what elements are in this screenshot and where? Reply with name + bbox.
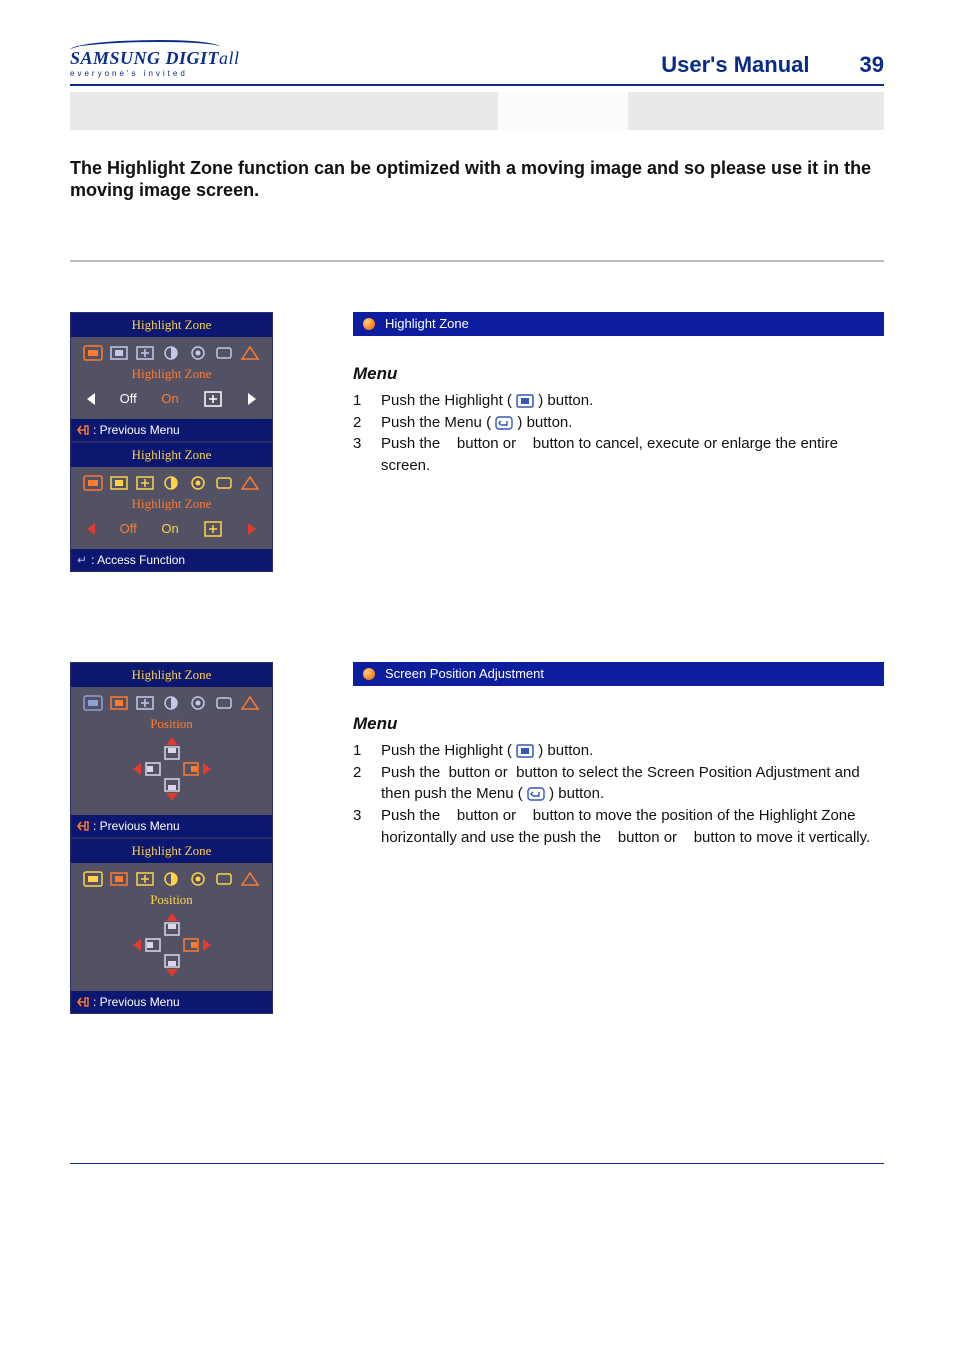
- osd-left-arrow: [87, 523, 95, 535]
- osd-icon-contrast: [161, 475, 181, 491]
- enter-icon: ↵: [77, 553, 87, 567]
- osd-right-arrow: [203, 939, 211, 951]
- exit-icon: [77, 821, 89, 831]
- osd-icon-contrast: [161, 871, 181, 887]
- osd-icon-position: [109, 695, 129, 711]
- step-3: 3 Push the button or button to move the …: [353, 805, 884, 849]
- osd-icon-row: [79, 343, 264, 365]
- osd-icon-position: [109, 475, 129, 491]
- osd-icon-hz: [83, 871, 103, 887]
- osd-icon-hz: [83, 345, 103, 361]
- header-rule: [70, 84, 884, 86]
- osd-highlight-zone-2: Highlight Zone Highlight Zone Of: [70, 442, 273, 572]
- osd-up-arrow: [166, 913, 178, 921]
- osd-right-arrow: [203, 763, 211, 775]
- bullet-icon: [363, 668, 375, 680]
- highlight-button-icon: [516, 394, 534, 408]
- section-rule: [70, 260, 884, 262]
- menu-button-icon: [495, 416, 513, 430]
- osd-icon-color: [188, 871, 208, 887]
- osd-icon-sharp: [214, 871, 234, 887]
- osd-right-arrow: [248, 523, 256, 535]
- pos-left-icon: [144, 761, 162, 777]
- osd-icon-position: [109, 345, 129, 361]
- osd-icon-sharp: [214, 475, 234, 491]
- osd-down-arrow: [166, 969, 178, 977]
- osd-icon-contrast: [161, 345, 181, 361]
- pos-right-icon: [182, 761, 200, 777]
- osd-icon-hz: [83, 475, 103, 491]
- osd-up-arrow: [166, 737, 178, 745]
- pos-down-icon: [163, 777, 181, 793]
- osd-highlight-zone-1: Highlight Zone Highlight Zone Of: [70, 312, 273, 442]
- pos-right-icon: [182, 937, 200, 953]
- osd-right-arrow: [248, 393, 256, 405]
- page-title: User's Manual: [661, 52, 809, 78]
- osd-icon-size: [135, 345, 155, 361]
- exit-icon: [77, 997, 89, 1007]
- osd-icon-warn: [240, 871, 260, 887]
- section-bar-position: Screen Position Adjustment: [353, 662, 884, 686]
- step-2: 2 Push the Menu ( ) button.: [353, 412, 884, 434]
- step-2: 2 Push the button or button to select th…: [353, 762, 884, 806]
- osd-icon-size: [135, 871, 155, 887]
- osd-expand-icon: [203, 391, 223, 407]
- osd-icon-warn: [240, 475, 260, 491]
- page-number: 39: [860, 52, 884, 78]
- steps-list: 1 Push the Highlight ( ) button. 2 Push …: [353, 740, 884, 849]
- section-bar-highlight-zone: Highlight Zone: [353, 312, 884, 336]
- osd-down-arrow: [166, 793, 178, 801]
- osd-icon-warn: [240, 695, 260, 711]
- step-3: 3 Push the button or button to cancel, e…: [353, 433, 884, 477]
- bullet-icon: [363, 318, 375, 330]
- osd-icon-sharp: [214, 695, 234, 711]
- osd-left-arrow: [133, 763, 141, 775]
- osd-icon-sharp: [214, 345, 234, 361]
- logo-text: SAMSUNG DIGIT: [70, 48, 219, 68]
- osd-icon-color: [188, 695, 208, 711]
- osd-position-2: Highlight Zone Position: [70, 838, 273, 1014]
- steps-list: 1 Push the Highlight ( ) button. 2 Push …: [353, 390, 884, 477]
- osd-icon-contrast: [161, 695, 181, 711]
- menu-button-icon: [527, 787, 545, 801]
- menu-heading: Menu: [353, 364, 884, 384]
- step-1: 1 Push the Highlight ( ) button.: [353, 740, 884, 762]
- osd-expand-icon: [203, 521, 223, 537]
- osd-icon-color: [188, 345, 208, 361]
- osd-icon-size: [135, 475, 155, 491]
- osd-left-arrow: [87, 393, 95, 405]
- osd-icon-warn: [240, 345, 260, 361]
- osd-left-arrow: [133, 939, 141, 951]
- osd-icon-hz: [83, 695, 103, 711]
- header-band: [70, 92, 884, 130]
- osd-icon-position: [109, 871, 129, 887]
- brand-logo: SAMSUNG DIGITall everyone's invited: [70, 40, 240, 78]
- step-1: 1 Push the Highlight ( ) button.: [353, 390, 884, 412]
- exit-icon: [77, 425, 89, 435]
- pos-down-icon: [163, 953, 181, 969]
- logo-tagline: everyone's invited: [70, 69, 240, 78]
- pos-up-icon: [163, 921, 181, 937]
- osd-icon-size: [135, 695, 155, 711]
- pos-up-icon: [163, 745, 181, 761]
- intro-text: The Highlight Zone function can be optim…: [70, 158, 884, 202]
- menu-heading: Menu: [353, 714, 884, 734]
- osd-position-1: Highlight Zone Position: [70, 662, 273, 838]
- osd-icon-color: [188, 475, 208, 491]
- pos-left-icon: [144, 937, 162, 953]
- highlight-button-icon: [516, 744, 534, 758]
- footer-rule: [70, 1163, 884, 1164]
